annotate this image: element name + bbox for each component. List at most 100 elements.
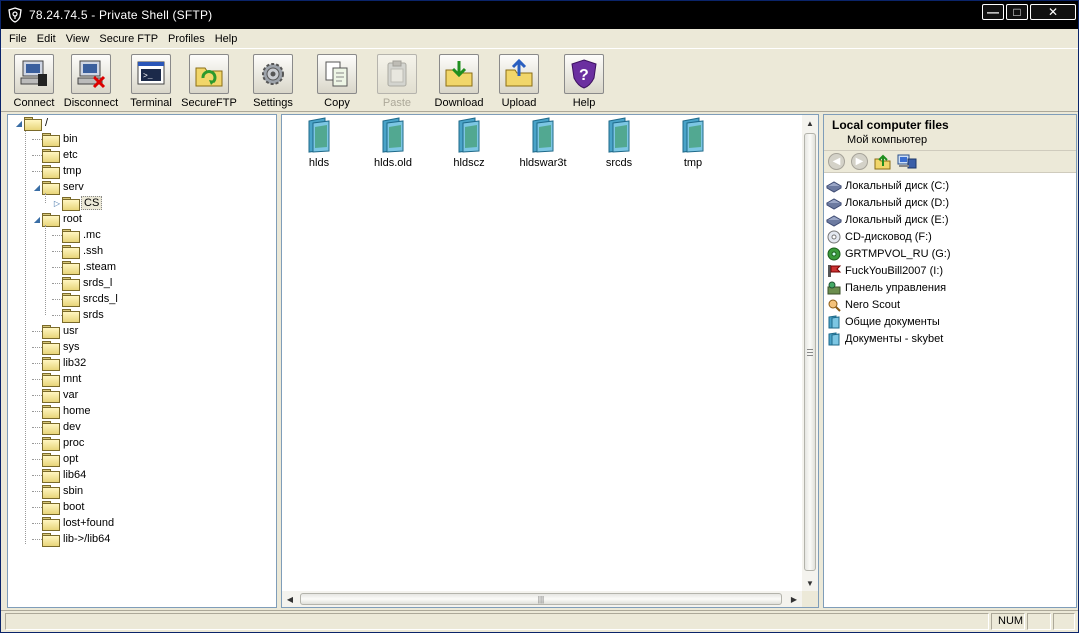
gear-icon (253, 54, 293, 94)
tree-item[interactable]: lost+found (32, 515, 116, 531)
tree-item[interactable]: .mc (52, 227, 103, 243)
tree-item[interactable]: ◢ root (32, 211, 84, 227)
tree-item[interactable]: boot (32, 499, 86, 515)
disconnect-button[interactable]: Disconnect (59, 50, 123, 112)
folder-icon (42, 453, 60, 467)
file-item[interactable]: hlds.old (358, 117, 428, 169)
shared-folder-icon (826, 314, 842, 329)
local-item[interactable]: Общие документы (824, 313, 1076, 330)
tree-item[interactable]: opt (32, 451, 80, 467)
menu-file[interactable]: File (1, 29, 32, 49)
tree-item[interactable]: dev (32, 419, 83, 435)
expanded-arrow-icon[interactable]: ◢ (32, 183, 42, 192)
local-item[interactable]: Локальный диск (C:) (824, 177, 1076, 194)
collapsed-arrow-icon[interactable]: ▷ (52, 199, 62, 208)
tree-item-root[interactable]: ◢ / (14, 115, 50, 131)
forward-arrow-icon[interactable]: ▶ (851, 153, 868, 170)
scroll-down-arrow[interactable]: ▼ (802, 575, 818, 591)
tree-item[interactable]: usr (32, 323, 80, 339)
tree-item-label: bin (63, 133, 78, 145)
file-item[interactable]: srcds (584, 117, 654, 169)
app-shield-icon[interactable] (7, 7, 23, 23)
menu-secure-ftp[interactable]: Secure FTP (94, 29, 163, 49)
settings-button[interactable]: Settings (239, 50, 307, 112)
download-button[interactable]: Download (427, 50, 491, 112)
tree-item[interactable]: proc (32, 435, 86, 451)
secureftp-button[interactable]: SecureFTP (179, 50, 239, 112)
folder-up-icon[interactable] (874, 153, 891, 170)
local-item-label: Общие документы (845, 315, 940, 328)
terminal-button[interactable]: >_ Terminal (123, 50, 179, 112)
file-item[interactable]: hldswar3t (508, 117, 578, 169)
tree-connector (32, 426, 42, 428)
file-item[interactable]: hlds (284, 117, 354, 169)
menu-help[interactable]: Help (210, 29, 243, 49)
back-arrow-icon[interactable]: ◀ (828, 153, 845, 170)
local-item[interactable]: Панель управления (824, 279, 1076, 296)
local-item[interactable]: GRTMPVOL_RU (G:) (824, 245, 1076, 262)
tree-item[interactable]: .ssh (52, 243, 105, 259)
folder-icon (458, 117, 480, 153)
tree-connector (32, 442, 42, 444)
help-button[interactable]: ? Help (547, 50, 621, 112)
vertical-scroll-thumb[interactable] (804, 133, 816, 571)
horizontal-scrollbar[interactable]: ◀ ||| ▶ (282, 591, 802, 607)
scroll-up-arrow[interactable]: ▲ (802, 115, 818, 131)
file-label: hldscz (453, 157, 485, 169)
tree-item[interactable]: ▷ CS (52, 195, 103, 211)
tree-item[interactable]: lib32 (32, 355, 88, 371)
horizontal-scroll-thumb[interactable]: ||| (300, 593, 782, 605)
remote-folder-tree[interactable]: ◢ / bin etc tmp ◢ serv ▷ CS ◢ root .mc .ssh .steam s… (7, 114, 277, 608)
tree-item[interactable]: etc (32, 147, 80, 163)
local-item[interactable]: Локальный диск (D:) (824, 194, 1076, 211)
tree-item[interactable]: srcds_l (52, 291, 120, 307)
tree-item[interactable]: sys (32, 339, 82, 355)
local-item[interactable]: Локальный диск (E:) (824, 211, 1076, 228)
menu-view[interactable]: View (61, 29, 95, 49)
tree-item[interactable]: srds (52, 307, 106, 323)
tree-item[interactable]: tmp (32, 163, 83, 179)
tree-item[interactable]: .steam (52, 259, 118, 275)
file-item[interactable]: hldscz (434, 117, 504, 169)
local-item[interactable]: Документы - skybet (824, 330, 1076, 347)
tree-item[interactable]: lib->/lib64 (32, 531, 112, 547)
tree-guide-line (25, 130, 26, 544)
local-item[interactable]: FuckYouBill2007 (I:) (824, 262, 1076, 279)
tree-item[interactable]: home (32, 403, 93, 419)
upload-button[interactable]: Upload (491, 50, 547, 112)
tree-item[interactable]: ◢ serv (32, 179, 86, 195)
tree-item[interactable]: sbin (32, 483, 85, 499)
maximize-button[interactable]: □ (1006, 4, 1028, 20)
title-bar[interactable]: 78.24.74.5 - Private Shell (SFTP) — □ ✕ (1, 1, 1078, 29)
file-label: hlds (308, 157, 330, 169)
tree-item[interactable]: bin (32, 131, 80, 147)
folder-icon (62, 229, 80, 243)
tree-item-label: sys (63, 341, 80, 353)
scroll-left-arrow[interactable]: ◀ (282, 591, 298, 607)
local-files-pane[interactable]: Local computer files Мой компьютер ◀ ▶ Л… (823, 114, 1077, 608)
expanded-arrow-icon[interactable]: ◢ (32, 215, 42, 224)
menu-profiles[interactable]: Profiles (163, 29, 210, 49)
local-item-label: Документы - skybet (845, 332, 944, 345)
vertical-scrollbar[interactable]: ▲ ▼ (802, 115, 818, 591)
tree-item[interactable]: var (32, 387, 80, 403)
connect-button[interactable]: Connect (9, 50, 59, 112)
expanded-arrow-icon[interactable]: ◢ (14, 119, 24, 128)
local-item[interactable]: Nero Scout (824, 296, 1076, 313)
tree-item[interactable]: mnt (32, 371, 83, 387)
remote-files-pane[interactable]: hlds hlds.old hldscz hldswar3t srcds tmp ▲ ▼ … (281, 114, 819, 608)
folder-icon (42, 485, 60, 499)
file-item[interactable]: tmp (658, 117, 728, 169)
menu-edit[interactable]: Edit (32, 29, 61, 49)
copy-button[interactable]: Copy (307, 50, 367, 112)
paste-button[interactable]: Paste (367, 50, 427, 112)
my-computer-icon[interactable] (897, 153, 917, 170)
tree-item[interactable]: srds_l (52, 275, 114, 291)
tree-item[interactable]: lib64 (32, 467, 88, 483)
scroll-right-arrow[interactable]: ▶ (786, 591, 802, 607)
tree-item-label: srds (83, 309, 104, 321)
minimize-button[interactable]: — (982, 4, 1004, 20)
file-label: tmp (683, 157, 703, 169)
close-button[interactable]: ✕ (1030, 4, 1076, 20)
local-item[interactable]: CD-дисковод (F:) (824, 228, 1076, 245)
